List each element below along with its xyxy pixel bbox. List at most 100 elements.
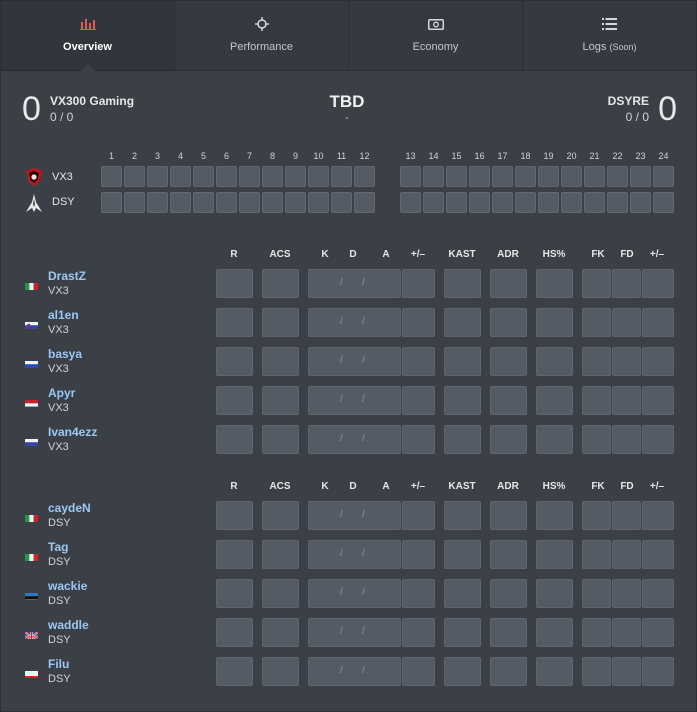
tab-logs-text: Logs [582,41,607,53]
round-cell-team2[interactable] [446,192,467,213]
round-cell-team2[interactable] [607,192,628,213]
round-cell-team2[interactable] [515,192,536,213]
round-cell-team2[interactable] [262,192,283,213]
round-cell-team2[interactable] [400,192,421,213]
round-cell-team1[interactable] [101,166,122,187]
round-cell-team2[interactable] [331,192,352,213]
round-cell-team1[interactable] [400,166,421,187]
round-cell-team2[interactable] [124,192,145,213]
stat-header[interactable]: ADR [488,249,528,260]
round-cell-team1[interactable] [354,166,375,187]
round-number: 1 [108,151,114,161]
russia-flag-icon [25,436,38,446]
stat-header[interactable]: +/– [637,481,677,492]
team1-name[interactable]: VX300 Gaming [50,94,134,108]
round-cell-team2[interactable] [630,192,651,213]
round-cell-team1[interactable] [515,166,536,187]
stat-kast-cell [444,347,481,376]
italy-flag-icon [25,280,38,290]
round-cell-team2[interactable] [308,192,329,213]
bar-chart-icon [79,17,96,35]
round-cell-team2[interactable] [147,192,168,213]
stat-header[interactable]: R [214,249,254,260]
player-name[interactable]: DrastZ [48,269,86,283]
round-cell-team1[interactable] [423,166,444,187]
round-cell-team2[interactable] [653,192,674,213]
round-cell-team1[interactable] [216,166,237,187]
player-name[interactable]: Apyr [48,386,75,400]
round-cell-team2[interactable] [423,192,444,213]
stat-header[interactable]: +/– [637,249,677,260]
round-cell-team2[interactable] [584,192,605,213]
round-cell-team2[interactable] [170,192,191,213]
round-cell-team1[interactable] [584,166,605,187]
round-cell-team1[interactable] [561,166,582,187]
round-cell-team2[interactable] [469,192,490,213]
round-number: 4 [177,151,183,161]
player-name[interactable]: al1en [48,308,79,322]
round-cell-team1[interactable] [262,166,283,187]
round-cell-team2[interactable] [239,192,260,213]
round-cell-team1[interactable] [239,166,260,187]
stat-header[interactable]: ACS [260,249,300,260]
stat-header[interactable]: KAST [442,481,482,492]
stat-r-cell [216,579,253,608]
round-cell-team2[interactable] [492,192,513,213]
team2-record: 0 / 0 [625,110,649,124]
round-cell-team2[interactable] [538,192,559,213]
stat-kda-cell: / / [308,618,401,647]
stat-header[interactable]: +/– [398,481,438,492]
player-name[interactable]: Filu [48,657,69,671]
stat-header[interactable]: ADR [488,481,528,492]
round-cell-team2[interactable] [216,192,237,213]
player-name[interactable]: caydeN [48,501,91,515]
stat-fk-cell [582,540,611,569]
round-cell-team1[interactable] [170,166,191,187]
stat-header[interactable]: KAST [442,249,482,260]
tab-overview[interactable]: Overview [1,1,175,71]
round-cell-team1[interactable] [331,166,352,187]
kda-separator: / [340,509,343,520]
round-cell-team1[interactable] [492,166,513,187]
stat-fd-cell [612,657,641,686]
round-cell-team1[interactable] [607,166,628,187]
round-cell-team1[interactable] [630,166,651,187]
stat-header[interactable]: +/– [398,249,438,260]
stat-header[interactable]: R [214,481,254,492]
tab-logs[interactable]: Logs (Soon) [523,1,696,70]
player-team: DSY [48,634,71,646]
tab-performance[interactable]: Performance [175,1,349,70]
stat-header[interactable]: HS% [534,481,574,492]
stat-acs-cell [262,386,299,415]
stat-kda-cell: / / [308,425,401,454]
round-cell-team2[interactable] [285,192,306,213]
team2-name[interactable]: DSYRE [608,94,649,108]
player-name[interactable]: Tag [48,540,68,554]
round-cell-team1[interactable] [469,166,490,187]
round-cell-team1[interactable] [446,166,467,187]
player-name[interactable]: waddle [48,618,89,632]
round-cell-team1[interactable] [285,166,306,187]
round-cell-team1[interactable] [193,166,214,187]
round-number: 21 [589,151,600,161]
round-cell-team1[interactable] [538,166,559,187]
stat-header[interactable]: ACS [260,481,300,492]
player-name[interactable]: Ivan4ezz [48,425,97,439]
stat-plus-minus-cell [402,501,435,530]
stat-fd-cell [612,386,641,415]
stat-header[interactable]: HS% [534,249,574,260]
match-status-title: TBD [329,92,365,111]
player-name[interactable]: wackie [48,579,87,593]
tab-economy[interactable]: Economy [349,1,523,70]
round-cell-team2[interactable] [561,192,582,213]
round-cell-team1[interactable] [653,166,674,187]
round-cell-team2[interactable] [193,192,214,213]
player-name[interactable]: basya [48,347,82,361]
round-cell-team2[interactable] [101,192,122,213]
round-cell-team1[interactable] [308,166,329,187]
round-cell-team1[interactable] [147,166,168,187]
round-cell-team1[interactable] [124,166,145,187]
round-team2-label: DSY [52,196,75,208]
round-cell-team2[interactable] [354,192,375,213]
stat-r-cell [216,657,253,686]
